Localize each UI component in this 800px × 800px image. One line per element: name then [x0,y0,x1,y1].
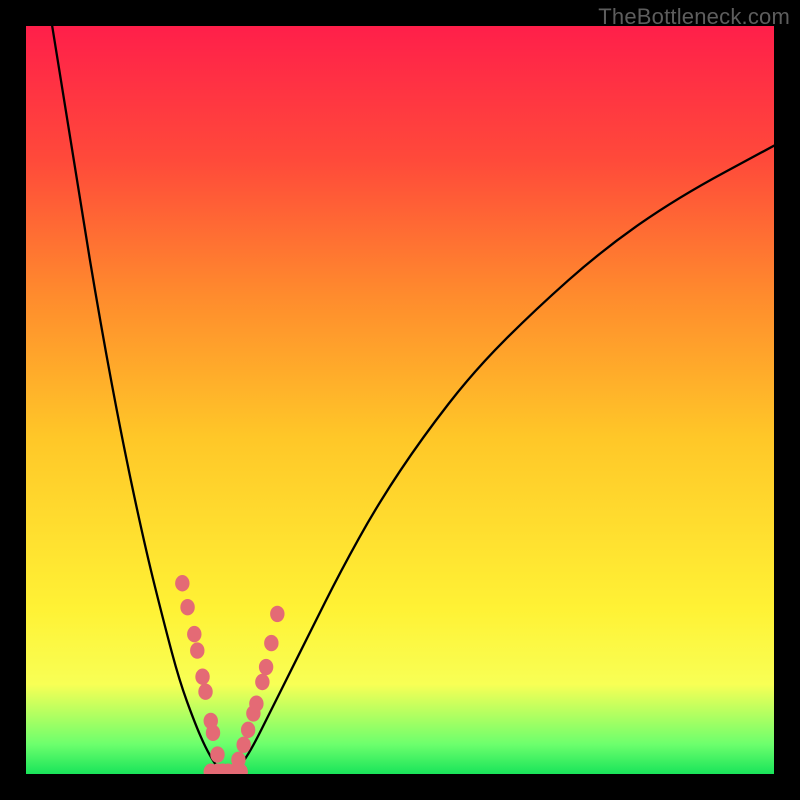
data-dot [259,659,273,675]
data-dot [255,674,269,690]
data-dot [210,746,224,762]
right-curve [233,146,774,774]
data-dot [180,599,194,615]
data-dot [270,606,284,622]
data-dot [175,575,189,591]
data-dot [264,635,278,651]
data-dot [190,642,204,658]
data-dot [249,695,263,711]
watermark-text: TheBottleneck.com [598,4,790,30]
plot-area [26,26,774,774]
data-dot [187,626,201,642]
data-dot [206,725,220,741]
data-dot [236,737,250,753]
chart-frame: TheBottleneck.com [0,0,800,800]
data-dot [195,669,209,685]
data-dot [198,684,212,700]
data-dot [241,722,255,738]
left-curve [52,26,223,774]
chart-svg [26,26,774,774]
